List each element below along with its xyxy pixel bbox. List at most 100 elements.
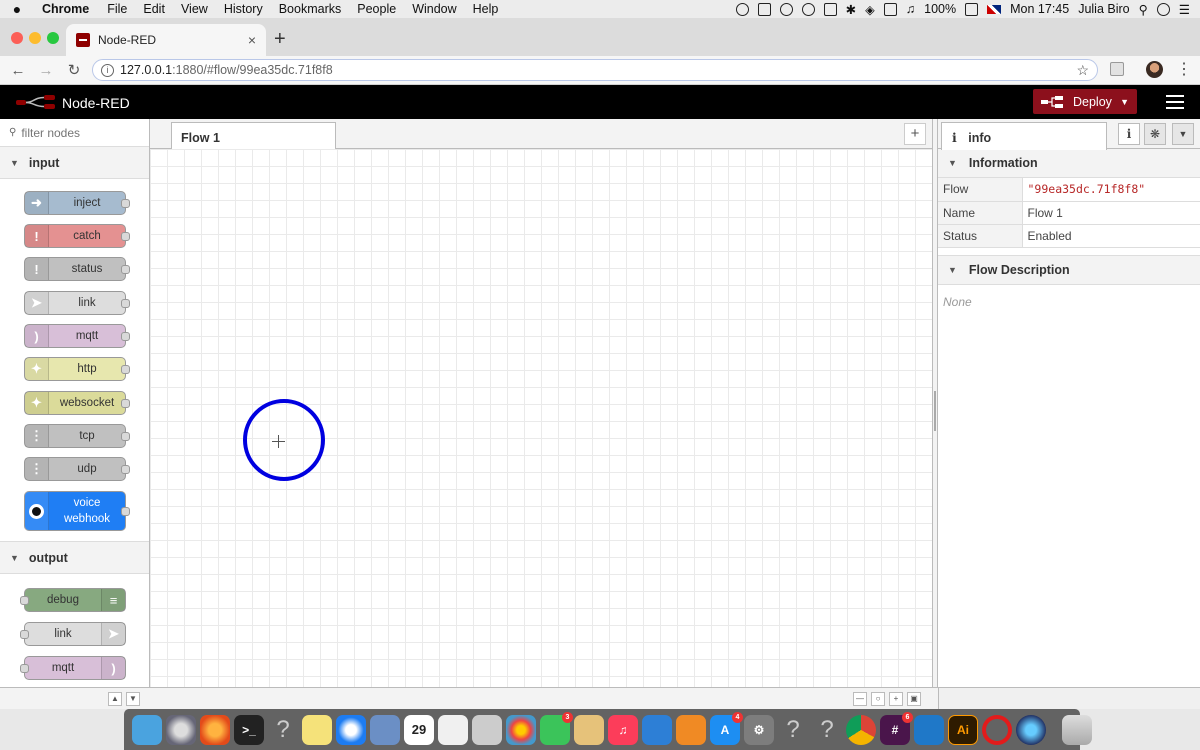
sidebar-more-chevron-down-icon[interactable]: ▼ (1172, 123, 1194, 145)
palette-node-status[interactable]: ! status (24, 257, 130, 281)
keynote-icon[interactable] (642, 714, 672, 745)
slack-icon[interactable]: #6 (880, 711, 913, 745)
profile-avatar[interactable] (1146, 61, 1163, 78)
bluetooth-icon[interactable]: ✱ (846, 2, 856, 17)
media-status-icon[interactable] (801, 2, 815, 16)
finder-icon[interactable] (132, 714, 162, 745)
tab-flow-1[interactable]: Flow 1 (171, 122, 336, 150)
calendar-icon[interactable]: 29 (404, 714, 434, 745)
window-minimize-button[interactable] (29, 32, 41, 44)
menubar-clock[interactable]: Mon 17:45 (1010, 2, 1069, 16)
flow-canvas[interactable] (150, 149, 932, 687)
menu-help[interactable]: Help (465, 2, 507, 16)
output-port[interactable] (121, 232, 130, 241)
palette-category-output[interactable]: ▼ output (0, 542, 149, 574)
input-port[interactable] (20, 596, 29, 605)
palette-node-websocket-in[interactable]: ✦ websocket (24, 391, 130, 415)
output-port[interactable] (121, 365, 130, 374)
unknown-app-icon[interactable]: ? (812, 715, 842, 745)
firefox-icon[interactable] (200, 714, 230, 745)
palette-category-input[interactable]: ▼ input (0, 147, 149, 179)
airplay-icon[interactable] (883, 2, 897, 16)
palette-node-tcp-in[interactable]: ⋮ tcp (24, 424, 130, 448)
output-port[interactable] (121, 199, 130, 208)
palette-collapse-chevron-up-icon[interactable]: ▲ (108, 692, 122, 706)
palette-filter-input[interactable] (21, 125, 142, 140)
zoom-out-button[interactable]: — (853, 692, 867, 706)
sync-status-icon[interactable] (779, 2, 793, 16)
safari-icon[interactable] (336, 714, 366, 745)
menu-window[interactable]: Window (404, 2, 464, 16)
record-status-icon[interactable] (735, 2, 749, 16)
new-tab-button[interactable]: + (274, 29, 286, 49)
output-port[interactable] (121, 507, 130, 516)
zoom-reset-button[interactable]: ○ (871, 692, 885, 706)
notes-icon[interactable] (302, 714, 332, 745)
zoom-in-button[interactable]: + (889, 692, 903, 706)
output-port[interactable] (121, 299, 130, 308)
notification-center-icon[interactable]: ☰ (1179, 2, 1190, 17)
palette-node-mqtt-in[interactable]: ) mqtt (24, 324, 130, 348)
browser-tab-node-red[interactable]: Node-RED × (66, 24, 266, 56)
menu-file[interactable]: File (99, 2, 135, 16)
output-port[interactable] (121, 332, 130, 341)
palette-node-voice-webhook[interactable]: voice webhook (24, 491, 130, 531)
output-port[interactable] (121, 465, 130, 474)
sidebar-info-button[interactable]: i (1118, 123, 1140, 145)
adobe-status-icon[interactable] (757, 2, 771, 16)
app-store-icon[interactable]: A4 (710, 711, 743, 745)
siri-icon[interactable] (1156, 2, 1170, 16)
screen-status-icon[interactable] (823, 2, 837, 16)
menu-view[interactable]: View (173, 2, 216, 16)
books-icon[interactable] (676, 714, 706, 745)
menu-history[interactable]: History (216, 2, 271, 16)
illustrator-icon[interactable]: Ai (948, 714, 978, 745)
spotlight-icon[interactable]: ⚲ (1139, 2, 1148, 17)
main-menu-hamburger-icon[interactable] (1166, 95, 1184, 109)
flow-description-section-header[interactable]: ▼ Flow Description (938, 255, 1200, 285)
palette-expand-chevron-down-icon[interactable]: ▼ (126, 692, 140, 706)
system-preferences-icon[interactable]: ⚙ (744, 714, 774, 745)
output-port[interactable] (121, 399, 130, 408)
input-port[interactable] (20, 664, 29, 673)
palette-node-http-in[interactable]: ✦ http (24, 357, 130, 381)
output-port[interactable] (121, 265, 130, 274)
navigator-icon[interactable]: ▣ (907, 692, 921, 706)
extension-icon[interactable] (1110, 62, 1124, 76)
terminal-icon[interactable]: >_ (234, 714, 264, 745)
itunes-icon[interactable]: ♫ (608, 714, 638, 745)
window-close-button[interactable] (11, 32, 23, 44)
input-port[interactable] (20, 630, 29, 639)
output-port[interactable] (121, 432, 130, 441)
palette-node-link-out[interactable]: link ➤ (20, 622, 126, 646)
deploy-dropdown-caret-icon[interactable]: ▼ (1120, 97, 1129, 107)
palette-node-mqtt-out[interactable]: mqtt ) (20, 656, 126, 680)
bookmark-star-icon[interactable]: ☆ (1076, 62, 1089, 79)
unknown-app-icon[interactable]: ? (778, 715, 808, 745)
reminders-icon[interactable] (438, 714, 468, 745)
chrome-menu-icon[interactable]: ⋮ (1176, 59, 1192, 79)
messages-icon[interactable]: 3 (540, 711, 573, 745)
volume-icon[interactable]: ♫ (906, 2, 915, 16)
window-zoom-button[interactable] (47, 32, 59, 44)
menubar-user[interactable]: Julia Biro (1078, 2, 1129, 16)
wifi-icon[interactable]: ◈ (865, 2, 875, 17)
palette-node-udp-in[interactable]: ⋮ udp (24, 457, 130, 481)
site-info-icon[interactable]: i (101, 63, 114, 77)
menu-people[interactable]: People (349, 2, 404, 16)
add-flow-button[interactable]: + (904, 123, 926, 145)
textedit-icon[interactable] (574, 714, 604, 745)
unknown-app-icon[interactable]: ? (268, 715, 298, 745)
chrome-icon[interactable] (846, 714, 876, 745)
apple-menu-icon[interactable]: ● (0, 1, 34, 17)
trash-icon[interactable] (1062, 714, 1092, 745)
tab-close-icon[interactable]: × (248, 32, 256, 48)
reload-icon[interactable]: ↻ (60, 61, 88, 79)
vscode-icon[interactable] (914, 714, 944, 745)
opera-icon[interactable] (982, 714, 1012, 745)
back-arrow-icon[interactable]: ← (4, 62, 32, 79)
battery-icon[interactable] (965, 2, 979, 16)
menu-edit[interactable]: Edit (135, 2, 173, 16)
launchpad-icon[interactable] (166, 714, 196, 745)
contacts-icon[interactable] (472, 714, 502, 745)
